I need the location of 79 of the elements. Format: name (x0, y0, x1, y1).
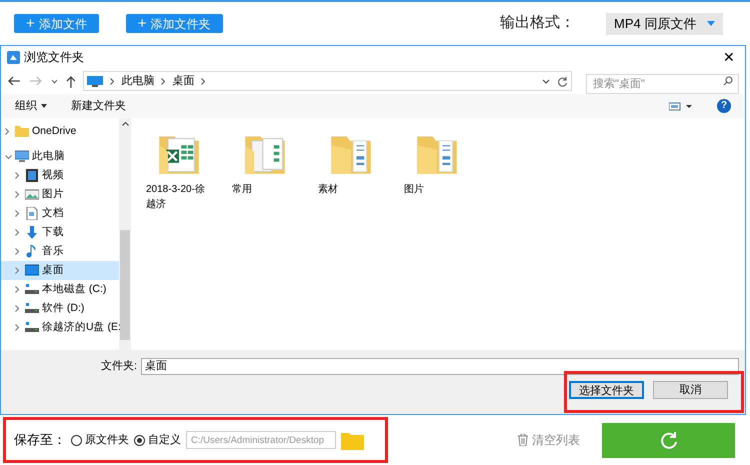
tree-item[interactable]: 视频 (1, 166, 119, 185)
dropdown-arrow-icon (707, 21, 715, 26)
chevron-right-icon (15, 210, 22, 217)
app-icon (7, 50, 20, 64)
format-dropdown[interactable]: MP4 同原文件 (606, 12, 723, 34)
chevron-right-icon (110, 78, 114, 84)
convert-button[interactable] (602, 422, 735, 458)
desktop-icon (25, 264, 39, 277)
tree-item[interactable]: 此电脑 (1, 147, 119, 166)
dropdown-arrow-icon (41, 104, 47, 108)
radio-option[interactable]: 原文件夹 (71, 432, 129, 448)
tree-item[interactable]: OneDrive (1, 122, 119, 141)
plus-icon: + (138, 16, 147, 31)
help-button[interactable]: ? (717, 99, 731, 113)
chevron-down-icon[interactable] (50, 78, 58, 84)
tree-item[interactable]: 软件 (D:) (1, 299, 119, 318)
chevron-down-icon[interactable] (542, 78, 550, 84)
scrollbar[interactable] (119, 118, 131, 350)
folder-field[interactable]: 桌面 (141, 358, 739, 375)
file-item[interactable]: 图片 (401, 130, 473, 197)
dialog-title: 浏览文件夹 (24, 49, 84, 66)
back-arrow-icon[interactable] (7, 76, 21, 86)
tree-item[interactable]: 徐越济的U盘 (E: (1, 318, 119, 337)
tree-item[interactable]: 图片 (1, 185, 119, 204)
cancel-button[interactable]: 取消 (653, 381, 728, 399)
select-folder-button[interactable]: 选择文件夹 (569, 381, 644, 399)
chevron-right-icon (15, 172, 22, 179)
file-item[interactable]: 素材 (315, 130, 387, 197)
scroll-up-icon[interactable] (122, 122, 128, 126)
up-arrow-icon[interactable] (66, 74, 76, 88)
breadcrumb-item[interactable]: 此电脑 (121, 72, 154, 90)
chevron-right-icon (201, 78, 206, 84)
plus-icon: + (26, 16, 35, 31)
address-bar[interactable]: 此电脑 桌面 (83, 71, 572, 91)
file-item[interactable]: 常用 (229, 130, 301, 197)
refresh-icon (658, 430, 678, 450)
chevron-right-icon (15, 305, 22, 312)
chevron-right-icon (15, 229, 22, 236)
clear-list-button[interactable]: 清空列表 (518, 431, 580, 449)
search-field[interactable]: 搜索"桌面" (586, 74, 739, 94)
monitor-icon (87, 76, 104, 86)
folder-icon (15, 125, 29, 138)
save-to-label: 保存至： (14, 431, 66, 450)
film-icon (25, 169, 39, 182)
refresh-icon[interactable] (557, 76, 568, 86)
down-arrow-icon (25, 226, 39, 239)
document-icon (25, 207, 39, 220)
folder-label: 文件夹: (101, 358, 138, 374)
chevron-right-icon (161, 78, 166, 84)
tree-item[interactable]: 桌面 (1, 261, 119, 280)
drive-icon (25, 283, 39, 296)
search-icon (723, 76, 733, 86)
file-item[interactable]: 2018-3-20-徐越济 (143, 130, 215, 212)
tree-item[interactable]: 本地磁盘 (C:) (1, 280, 119, 299)
monitor-icon (15, 150, 29, 163)
chevron-right-icon (15, 248, 22, 255)
close-button[interactable]: ✕ (719, 46, 739, 68)
drive-icon (25, 321, 39, 334)
chevron-down-icon (5, 154, 12, 158)
path-field[interactable]: C:/Users/Administrator/Desktop (186, 431, 336, 449)
chevron-right-icon (15, 286, 22, 293)
breadcrumb-item[interactable]: 桌面 (172, 72, 194, 90)
chevron-right-icon (15, 267, 22, 274)
chevron-right-icon (15, 191, 22, 198)
tree-item[interactable]: 音乐 (1, 242, 119, 261)
format-label: 输出格式： (500, 13, 575, 34)
tree-item[interactable]: 文档 (1, 204, 119, 223)
drive-icon (25, 302, 39, 315)
toolbar-command[interactable]: 新建文件夹 (71, 98, 126, 114)
chevron-right-icon (15, 324, 22, 331)
picture-icon (25, 188, 39, 201)
tree-item[interactable]: 下载 (1, 223, 119, 242)
radio-button[interactable] (71, 434, 82, 446)
chevron-right-icon (5, 128, 12, 135)
radio-button[interactable] (134, 434, 145, 446)
toolbar-command[interactable]: 组织 (15, 98, 47, 114)
radio-option[interactable]: 自定义 (134, 432, 181, 448)
trash-icon (518, 434, 528, 446)
view-options-icon[interactable] (669, 102, 693, 110)
